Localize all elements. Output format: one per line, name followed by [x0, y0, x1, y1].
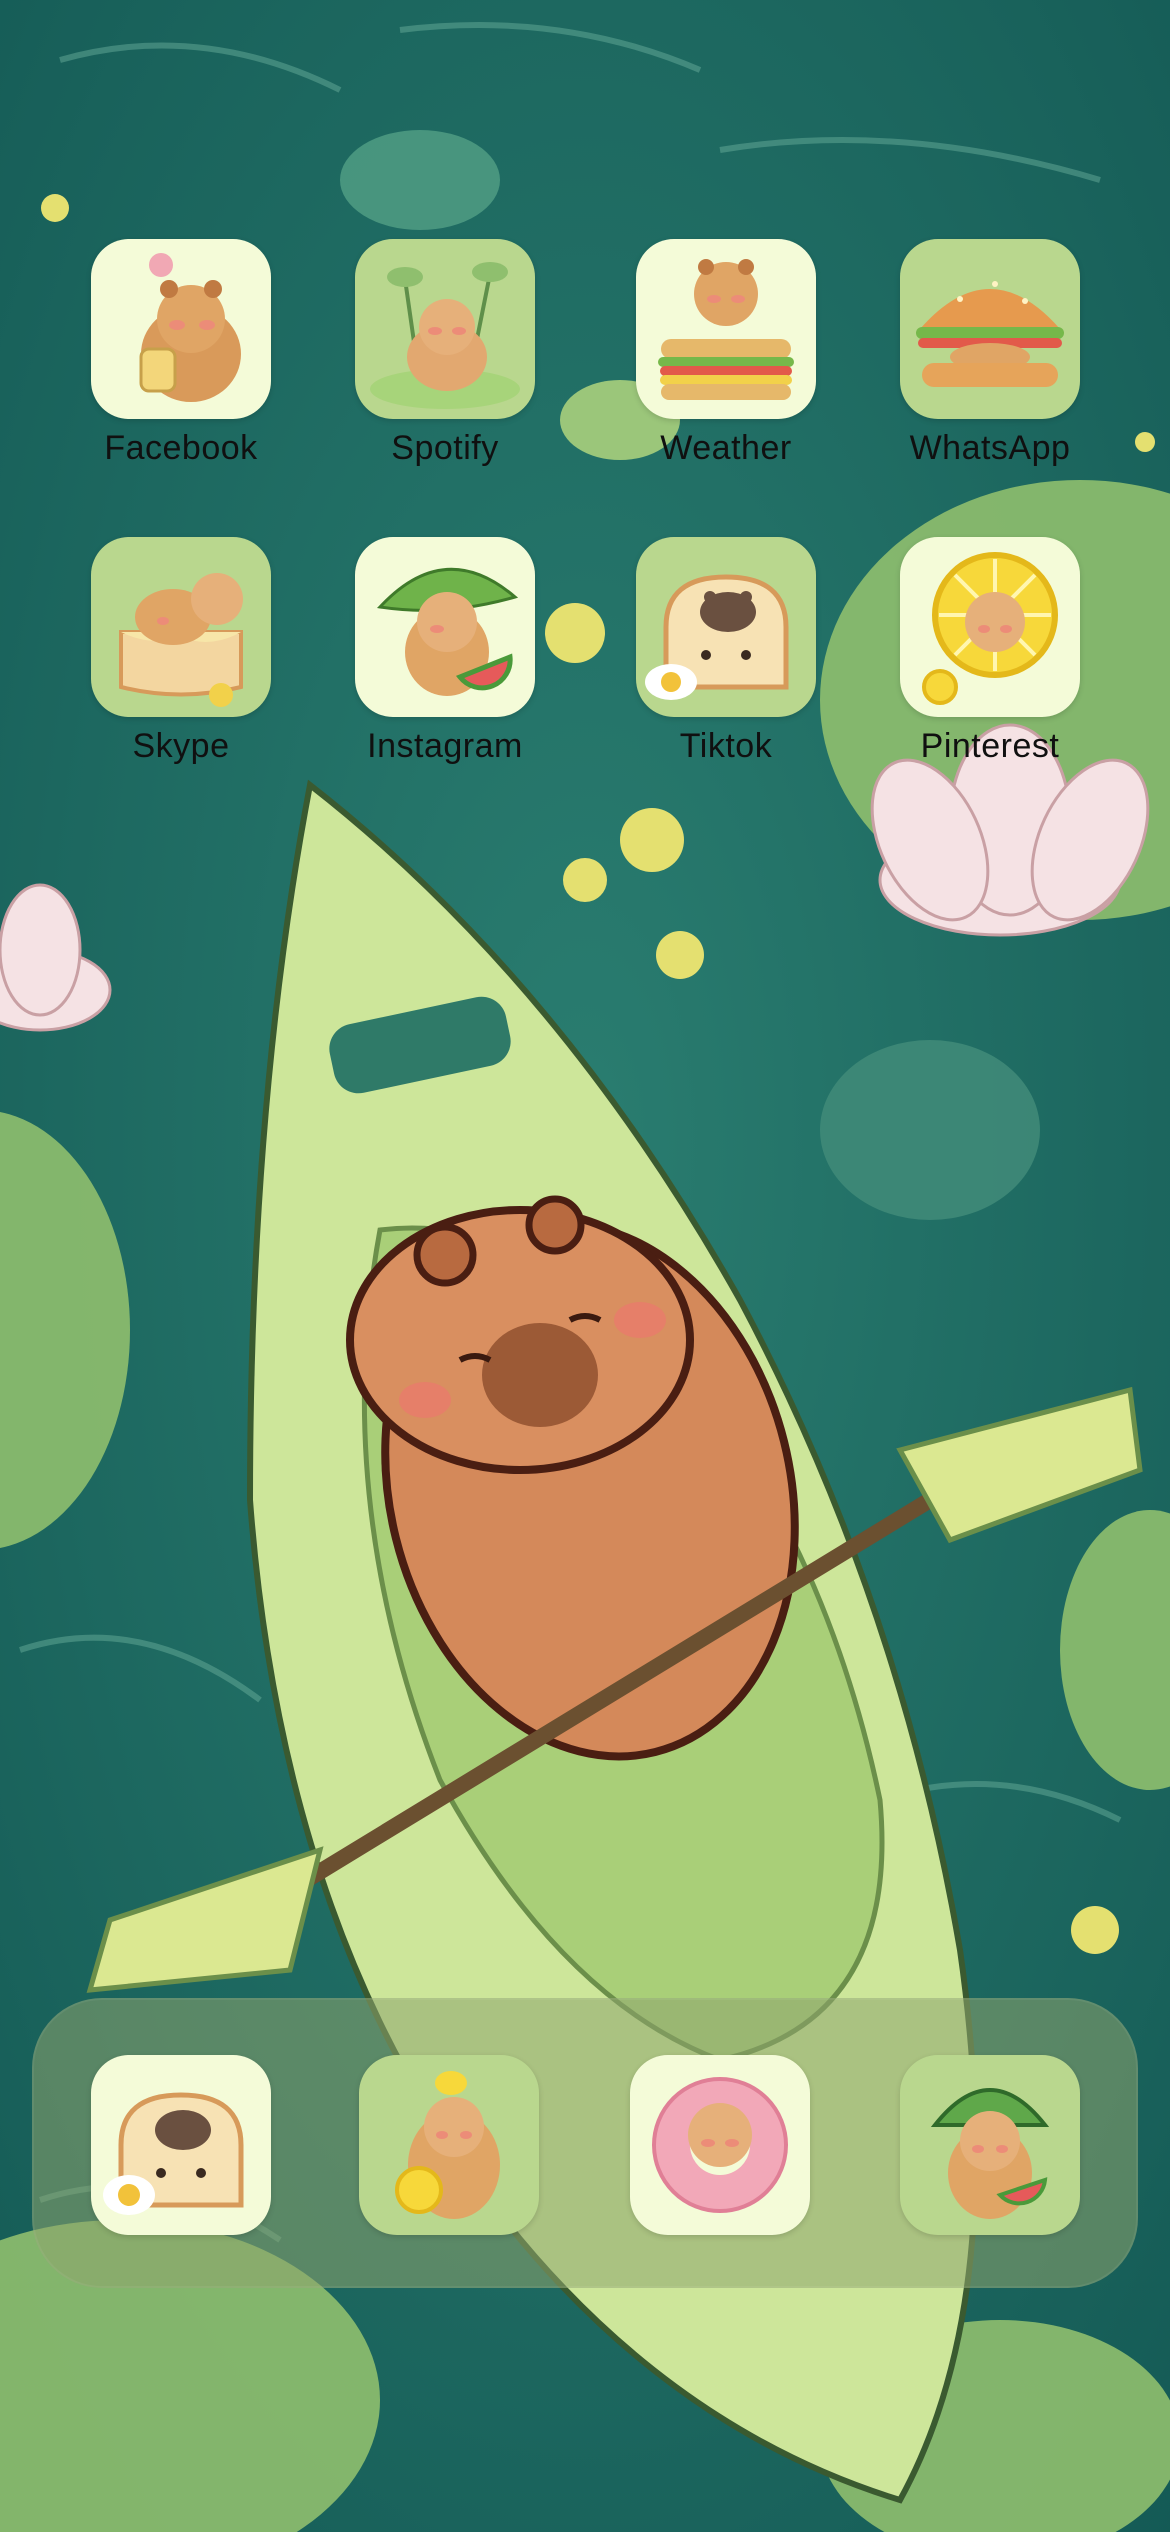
capybara-lemon-slice-icon: [922, 552, 1058, 705]
capybara-toast-icon: [119, 573, 243, 707]
capybara-leaf-watermelon-icon: [376, 567, 519, 696]
dock-app-4[interactable]: [900, 2055, 1080, 2235]
app-icon-tile[interactable]: [355, 239, 535, 419]
app-icon-tile[interactable]: [630, 2055, 810, 2235]
app-label: Weather: [660, 429, 792, 467]
capybara-lotus-seeds-icon: [370, 262, 520, 409]
app-icon-tile[interactable]: [636, 239, 816, 419]
app-weather[interactable]: Weather: [636, 239, 816, 467]
capybara-swim-ring-icon: [652, 2077, 788, 2213]
capybara-lemon-icon: [395, 2071, 500, 2219]
app-label: WhatsApp: [909, 429, 1071, 467]
app-icon-tile[interactable]: [900, 239, 1080, 419]
app-facebook[interactable]: Facebook: [91, 239, 271, 467]
app-label: Facebook: [104, 429, 258, 467]
app-label: Pinterest: [920, 727, 1060, 765]
app-icon-tile[interactable]: [359, 2055, 539, 2235]
app-icon-tile[interactable]: [91, 239, 271, 419]
capybara-sandwich-icon: [658, 259, 794, 400]
app-instagram[interactable]: Instagram: [355, 537, 535, 765]
app-icon-tile[interactable]: [91, 537, 271, 717]
app-whatsapp[interactable]: WhatsApp: [900, 239, 1080, 467]
dock: [32, 1998, 1138, 2288]
app-icon-tile[interactable]: [355, 537, 535, 717]
app-label: Tiktok: [679, 727, 773, 765]
dock-app-2[interactable]: [359, 2055, 539, 2235]
app-icon-tile[interactable]: [91, 2055, 271, 2235]
capybara-watermelon-hat-icon: [930, 2088, 1050, 2219]
app-icon-tile[interactable]: [636, 537, 816, 717]
dock-app-1[interactable]: [91, 2055, 271, 2235]
app-spotify[interactable]: Spotify: [355, 239, 535, 467]
app-skype[interactable]: Skype: [91, 537, 271, 765]
capybara-bread-egg-icon: [103, 2092, 244, 2215]
app-pinterest[interactable]: Pinterest: [900, 537, 1080, 765]
dock-app-3[interactable]: [630, 2055, 810, 2235]
capybara-burger-icon: [916, 281, 1064, 387]
app-icon-tile[interactable]: [900, 2055, 1080, 2235]
app-icon-tile[interactable]: [900, 537, 1080, 717]
app-label: Instagram: [367, 727, 523, 765]
app-label: Spotify: [391, 429, 499, 467]
app-tiktok[interactable]: Tiktok: [636, 537, 816, 765]
capybara-honey-jar-icon: [139, 253, 241, 402]
app-label: Skype: [132, 727, 230, 765]
capybara-bread-egg-icon: [645, 574, 789, 700]
